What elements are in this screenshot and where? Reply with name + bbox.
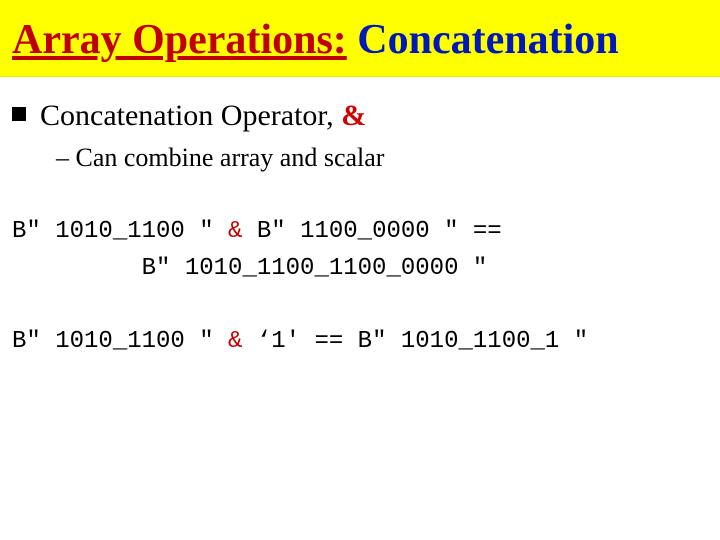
- bullet-item: Concatenation Operator, &: [12, 99, 708, 133]
- title-bar: Array Operations: Concatenation: [0, 0, 720, 77]
- square-bullet-icon: [12, 107, 26, 121]
- code2-amp: &: [228, 328, 242, 355]
- code2-part-a: B" 1010_1100 ": [12, 328, 228, 355]
- content-area: Concatenation Operator, & – Can combine …: [0, 77, 720, 361]
- title-prefix: Array Operations:: [12, 17, 347, 63]
- code-example-2: B" 1010_1100 " & ‘1' == B" 1010_1100_1 ": [12, 323, 708, 360]
- ampersand-operator: &: [341, 99, 366, 132]
- code2-part-b: ‘1' == B" 1010_1100_1 ": [242, 328, 588, 355]
- code-example-1: B" 1010_1100 " & B" 1100_0000 " == B" 10…: [12, 213, 708, 287]
- bullet-text: Concatenation Operator, &: [40, 99, 366, 133]
- code1-part-a: B" 1010_1100 ": [12, 218, 228, 245]
- code1-line2: B" 1010_1100_1100_0000 ": [12, 255, 487, 282]
- sub-bullet-dash: –: [56, 143, 76, 172]
- sub-bullet-text: Can combine array and scalar: [76, 143, 385, 172]
- bullet-text-before: Concatenation Operator,: [40, 99, 341, 132]
- title-suffix: Concatenation: [347, 17, 619, 63]
- code1-amp: &: [228, 218, 242, 245]
- slide-title: Array Operations: Concatenation: [12, 18, 708, 62]
- code1-part-b: B" 1100_0000 " ==: [242, 218, 501, 245]
- sub-bullet-item: – Can combine array and scalar: [56, 143, 708, 173]
